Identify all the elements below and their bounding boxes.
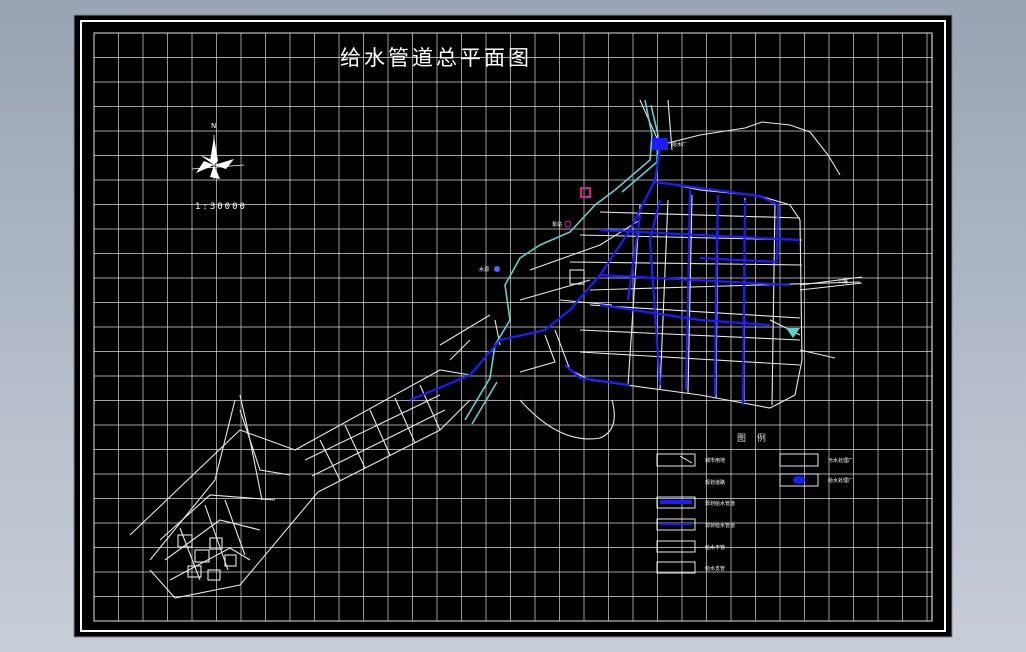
- station-icon: [494, 266, 500, 272]
- legend-heading: 图 例: [737, 434, 770, 444]
- outer-frame: [73, 14, 953, 638]
- drawing-title: 给水管道总平面图: [340, 46, 532, 70]
- legend-label: 给水支管: [705, 566, 726, 572]
- water-plant-label: 给水厂: [672, 142, 688, 148]
- legend-label: 给水处理厂: [828, 478, 854, 484]
- highway-label: 公路: [838, 279, 849, 285]
- legend-label: 规划道路: [705, 480, 726, 486]
- scale-label: 1:30000: [195, 202, 247, 212]
- legend-label: 污水处理厂: [828, 458, 854, 464]
- legend-label: 现状给水管道: [705, 523, 736, 529]
- drawing-sheet: [73, 14, 953, 638]
- legend-label: 规划给水管道: [705, 501, 736, 507]
- north-label: N: [211, 122, 217, 130]
- legend-label: 城市用地: [705, 458, 726, 464]
- source-label: 水源: [479, 267, 490, 273]
- pump-label: 泵站: [552, 222, 563, 228]
- water-plant-icon: [652, 138, 668, 150]
- legend-label: 给水干管: [705, 545, 726, 551]
